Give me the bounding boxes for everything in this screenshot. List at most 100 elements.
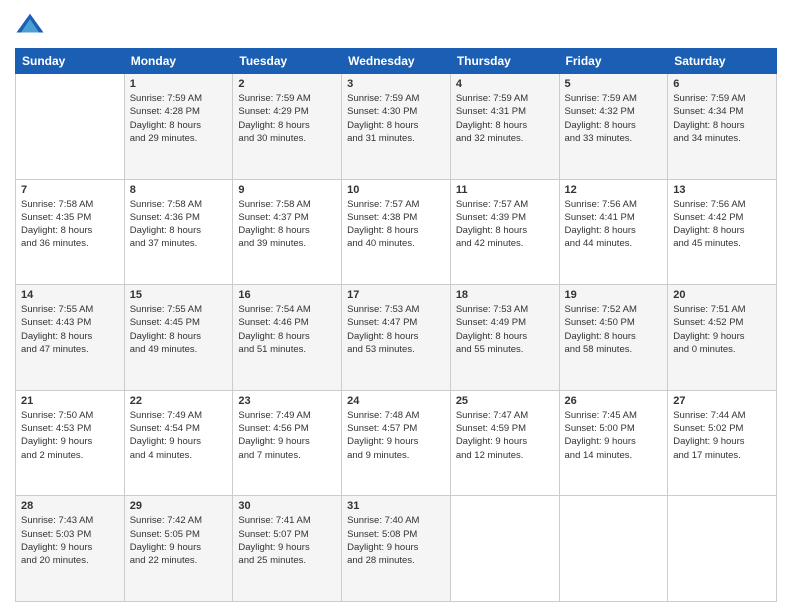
day-info: Sunrise: 7:57 AM Sunset: 4:38 PM Dayligh…: [347, 198, 445, 251]
day-number: 28: [21, 500, 119, 512]
logo: [15, 10, 49, 40]
calendar-cell: 24Sunrise: 7:48 AM Sunset: 4:57 PM Dayli…: [342, 390, 451, 496]
day-number: 31: [347, 500, 445, 512]
calendar-cell: 18 Sunrise: 7:53 AM Sunset: 4:49 PM Dayli…: [450, 285, 559, 391]
calendar-cell: 8Sunrise: 7:58 AM Sunset: 4:36 PM Daylig…: [124, 179, 233, 285]
day-info: Sunrise: 7:50 AM Sunset: 4:53 PM Dayligh…: [21, 409, 119, 462]
day-number: 27: [673, 395, 771, 407]
day-number: 30: [238, 500, 336, 512]
calendar-cell: 2 Sunrise: 7:59 AM Sunset: 4:29 PM Daylig…: [233, 74, 342, 180]
calendar-cell: 22 Sunrise: 7:49 AM Sunset: 4:54 PM Dayli…: [124, 390, 233, 496]
day-number: 4: [456, 78, 554, 90]
day-number: 21: [21, 395, 119, 407]
day-info: Sunrise: 7:58 AM Sunset: 4:37 PM Dayligh…: [238, 198, 336, 251]
calendar-cell: 15 Sunrise: 7:55 AM Sunset: 4:45 PM Dayli…: [124, 285, 233, 391]
calendar-cell: 10 Sunrise: 7:57 AM Sunset: 4:38 PM Dayli…: [342, 179, 451, 285]
calendar-cell: 27 Sunrise: 7:44 AM Sunset: 5:02 PM Dayli…: [668, 390, 777, 496]
day-info: Sunrise: 7:47 AM Sunset: 4:59 PM Dayligh…: [456, 409, 554, 462]
day-info: Sunrise: 7:59 AM Sunset: 4:28 PM Dayligh…: [130, 92, 228, 145]
calendar-cell: 13Sunrise: 7:56 AM Sunset: 4:42 PM Dayli…: [668, 179, 777, 285]
day-info: Sunrise: 7:51 AM Sunset: 4:52 PM Dayligh…: [673, 303, 771, 356]
day-number: 10: [347, 184, 445, 196]
day-info: Sunrise: 7:58 AM Sunset: 4:35 PM Dayligh…: [21, 198, 119, 251]
calendar-cell: 31 Sunrise: 7:40 AM Sunset: 5:08 PM Dayli…: [342, 496, 451, 602]
calendar-week-row: 21 Sunrise: 7:50 AM Sunset: 4:53 PM Dayli…: [16, 390, 777, 496]
day-info: Sunrise: 7:44 AM Sunset: 5:02 PM Dayligh…: [673, 409, 771, 462]
weekday-header: Thursday: [450, 49, 559, 74]
header: [15, 10, 777, 40]
calendar-cell: 3 Sunrise: 7:59 AM Sunset: 4:30 PM Daylig…: [342, 74, 451, 180]
day-info: Sunrise: 7:59 AM Sunset: 4:30 PM Dayligh…: [347, 92, 445, 145]
day-number: 26: [565, 395, 663, 407]
calendar-week-row: 1 Sunrise: 7:59 AM Sunset: 4:28 PM Daylig…: [16, 74, 777, 180]
calendar-cell: [16, 74, 125, 180]
calendar-cell: [559, 496, 668, 602]
day-number: 3: [347, 78, 445, 90]
day-info: Sunrise: 7:55 AM Sunset: 4:45 PM Dayligh…: [130, 303, 228, 356]
day-info: Sunrise: 7:59 AM Sunset: 4:34 PM Dayligh…: [673, 92, 771, 145]
calendar-cell: 7 Sunrise: 7:58 AM Sunset: 4:35 PM Daylig…: [16, 179, 125, 285]
day-number: 8: [130, 184, 228, 196]
day-info: Sunrise: 7:41 AM Sunset: 5:07 PM Dayligh…: [238, 514, 336, 567]
day-number: 5: [565, 78, 663, 90]
calendar-week-row: 14 Sunrise: 7:55 AM Sunset: 4:43 PM Dayli…: [16, 285, 777, 391]
day-info: Sunrise: 7:52 AM Sunset: 4:50 PM Dayligh…: [565, 303, 663, 356]
day-info: Sunrise: 7:59 AM Sunset: 4:32 PM Dayligh…: [565, 92, 663, 145]
day-info: Sunrise: 7:53 AM Sunset: 4:49 PM Dayligh…: [456, 303, 554, 356]
day-info: Sunrise: 7:45 AM Sunset: 5:00 PM Dayligh…: [565, 409, 663, 462]
calendar-cell: 20 Sunrise: 7:51 AM Sunset: 4:52 PM Dayli…: [668, 285, 777, 391]
calendar-cell: 19 Sunrise: 7:52 AM Sunset: 4:50 PM Dayli…: [559, 285, 668, 391]
day-number: 20: [673, 289, 771, 301]
day-info: Sunrise: 7:54 AM Sunset: 4:46 PM Dayligh…: [238, 303, 336, 356]
day-number: 9: [238, 184, 336, 196]
calendar-cell: 1 Sunrise: 7:59 AM Sunset: 4:28 PM Daylig…: [124, 74, 233, 180]
calendar-week-row: 28 Sunrise: 7:43 AM Sunset: 5:03 PM Dayli…: [16, 496, 777, 602]
calendar-cell: 25 Sunrise: 7:47 AM Sunset: 4:59 PM Dayli…: [450, 390, 559, 496]
calendar-cell: 17Sunrise: 7:53 AM Sunset: 4:47 PM Dayli…: [342, 285, 451, 391]
day-info: Sunrise: 7:42 AM Sunset: 5:05 PM Dayligh…: [130, 514, 228, 567]
day-number: 2: [238, 78, 336, 90]
day-number: 18: [456, 289, 554, 301]
day-number: 14: [21, 289, 119, 301]
calendar-cell: 28 Sunrise: 7:43 AM Sunset: 5:03 PM Dayli…: [16, 496, 125, 602]
weekday-header: Saturday: [668, 49, 777, 74]
day-info: Sunrise: 7:59 AM Sunset: 4:31 PM Dayligh…: [456, 92, 554, 145]
day-number: 19: [565, 289, 663, 301]
calendar-cell: 23Sunrise: 7:49 AM Sunset: 4:56 PM Dayli…: [233, 390, 342, 496]
calendar-cell: 6 Sunrise: 7:59 AM Sunset: 4:34 PM Daylig…: [668, 74, 777, 180]
day-number: 6: [673, 78, 771, 90]
calendar-cell: [450, 496, 559, 602]
day-number: 25: [456, 395, 554, 407]
day-number: 7: [21, 184, 119, 196]
day-info: Sunrise: 7:43 AM Sunset: 5:03 PM Dayligh…: [21, 514, 119, 567]
day-info: Sunrise: 7:56 AM Sunset: 4:41 PM Dayligh…: [565, 198, 663, 251]
calendar-cell: 11 Sunrise: 7:57 AM Sunset: 4:39 PM Dayli…: [450, 179, 559, 285]
calendar-cell: 21 Sunrise: 7:50 AM Sunset: 4:53 PM Dayli…: [16, 390, 125, 496]
day-number: 22: [130, 395, 228, 407]
calendar-cell: 4 Sunrise: 7:59 AM Sunset: 4:31 PM Daylig…: [450, 74, 559, 180]
day-info: Sunrise: 7:55 AM Sunset: 4:43 PM Dayligh…: [21, 303, 119, 356]
calendar-cell: 5 Sunrise: 7:59 AM Sunset: 4:32 PM Daylig…: [559, 74, 668, 180]
day-info: Sunrise: 7:40 AM Sunset: 5:08 PM Dayligh…: [347, 514, 445, 567]
calendar-cell: 29Sunrise: 7:42 AM Sunset: 5:05 PM Dayli…: [124, 496, 233, 602]
calendar-week-row: 7 Sunrise: 7:58 AM Sunset: 4:35 PM Daylig…: [16, 179, 777, 285]
day-number: 1: [130, 78, 228, 90]
weekday-header: Tuesday: [233, 49, 342, 74]
weekday-row: SundayMondayTuesdayWednesdayThursdayFrid…: [16, 49, 777, 74]
calendar-cell: 16Sunrise: 7:54 AM Sunset: 4:46 PM Dayli…: [233, 285, 342, 391]
day-info: Sunrise: 7:59 AM Sunset: 4:29 PM Dayligh…: [238, 92, 336, 145]
day-info: Sunrise: 7:53 AM Sunset: 4:47 PM Dayligh…: [347, 303, 445, 356]
day-number: 15: [130, 289, 228, 301]
weekday-header: Monday: [124, 49, 233, 74]
day-info: Sunrise: 7:49 AM Sunset: 4:54 PM Dayligh…: [130, 409, 228, 462]
weekday-header: Wednesday: [342, 49, 451, 74]
logo-icon: [15, 10, 45, 40]
calendar-cell: 30 Sunrise: 7:41 AM Sunset: 5:07 PM Dayli…: [233, 496, 342, 602]
calendar-table: SundayMondayTuesdayWednesdayThursdayFrid…: [15, 48, 777, 602]
calendar-body: 1 Sunrise: 7:59 AM Sunset: 4:28 PM Daylig…: [16, 74, 777, 602]
calendar-cell: 14 Sunrise: 7:55 AM Sunset: 4:43 PM Dayli…: [16, 285, 125, 391]
day-number: 11: [456, 184, 554, 196]
weekday-header: Sunday: [16, 49, 125, 74]
day-info: Sunrise: 7:57 AM Sunset: 4:39 PM Dayligh…: [456, 198, 554, 251]
day-number: 24: [347, 395, 445, 407]
